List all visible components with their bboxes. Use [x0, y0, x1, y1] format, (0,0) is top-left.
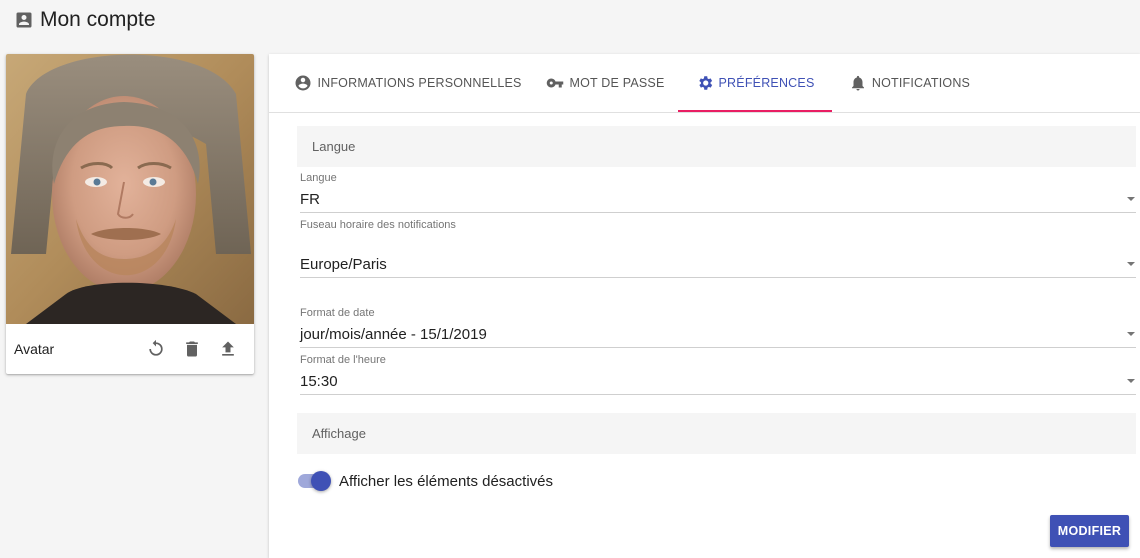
tab-label: MOT DE PASSE: [569, 76, 665, 90]
tab-indicator: [678, 110, 832, 112]
section-language-header: Langue: [297, 126, 1136, 167]
timezone-select[interactable]: Europe/Paris: [300, 251, 1136, 278]
tab-label: PRÉFÉRENCES: [718, 76, 815, 90]
timezone-field: Fuseau horaire des notifications Europe/…: [300, 219, 1136, 279]
tab-bar: INFORMATIONS PERSONNELLES MOT DE PASSE P…: [269, 54, 1140, 113]
preferences-panel: INFORMATIONS PERSONNELLES MOT DE PASSE P…: [269, 54, 1140, 558]
chevron-down-icon: [1127, 379, 1135, 383]
tab-label: NOTIFICATIONS: [871, 76, 971, 90]
page-title: Mon compte: [40, 8, 156, 31]
section-title: Langue: [312, 139, 356, 154]
tab-notifications[interactable]: NOTIFICATIONS: [832, 54, 987, 112]
bell-icon: [851, 75, 864, 91]
chevron-down-icon: [1127, 332, 1135, 336]
time-format-field: Format de l'heure 15:30: [300, 354, 1136, 396]
avatar-delete-button[interactable]: [174, 331, 210, 367]
field-value: Europe/Paris: [300, 255, 387, 273]
account-box-icon: [16, 12, 32, 28]
section-title: Affichage: [312, 426, 366, 441]
toggle-thumb: [311, 471, 331, 491]
avatar-actions: Avatar: [6, 324, 254, 374]
field-value: 15:30: [300, 372, 338, 390]
show-disabled-toggle[interactable]: [297, 471, 331, 491]
field-value: jour/mois/année - 15/1/2019: [300, 325, 487, 343]
avatar-card: Avatar: [6, 54, 254, 374]
tab-preferences[interactable]: PRÉFÉRENCES: [678, 54, 832, 112]
tab-password[interactable]: MOT DE PASSE: [533, 54, 678, 112]
key-icon: [547, 78, 564, 88]
time-format-select[interactable]: 15:30: [300, 368, 1136, 395]
page-header: Mon compte: [14, 6, 156, 34]
avatar-photo: [6, 54, 254, 324]
show-disabled-row: Afficher les éléments désactivés: [297, 470, 553, 492]
toggle-label: Afficher les éléments désactivés: [339, 472, 553, 490]
gear-icon: [698, 76, 712, 90]
avatar-label: Avatar: [14, 341, 55, 357]
account-circle-icon: [295, 75, 311, 91]
tab-label: INFORMATIONS PERSONNELLES: [317, 76, 522, 90]
field-label: Fuseau horaire des notifications: [300, 219, 456, 231]
field-label: Langue: [300, 172, 337, 184]
chevron-down-icon: [1127, 262, 1135, 266]
chevron-down-icon: [1127, 197, 1135, 201]
field-value: FR: [300, 190, 320, 208]
refresh-icon: [149, 339, 163, 356]
tab-personal-info[interactable]: INFORMATIONS PERSONNELLES: [283, 54, 533, 112]
section-display-header: Affichage: [297, 413, 1136, 454]
date-format-select[interactable]: jour/mois/année - 15/1/2019: [300, 321, 1136, 348]
language-select[interactable]: FR: [300, 186, 1136, 213]
field-label: Format de date: [300, 307, 375, 319]
avatar-upload-button[interactable]: [210, 331, 246, 367]
language-field: Langue FR: [300, 172, 1136, 214]
modify-button[interactable]: MODIFIER: [1050, 515, 1129, 547]
field-label: Format de l'heure: [300, 354, 386, 366]
delete-icon: [186, 341, 198, 357]
date-format-field: Format de date jour/mois/année - 15/1/20…: [300, 307, 1136, 349]
upload-icon: [222, 341, 234, 356]
avatar-reset-button[interactable]: [138, 331, 174, 367]
